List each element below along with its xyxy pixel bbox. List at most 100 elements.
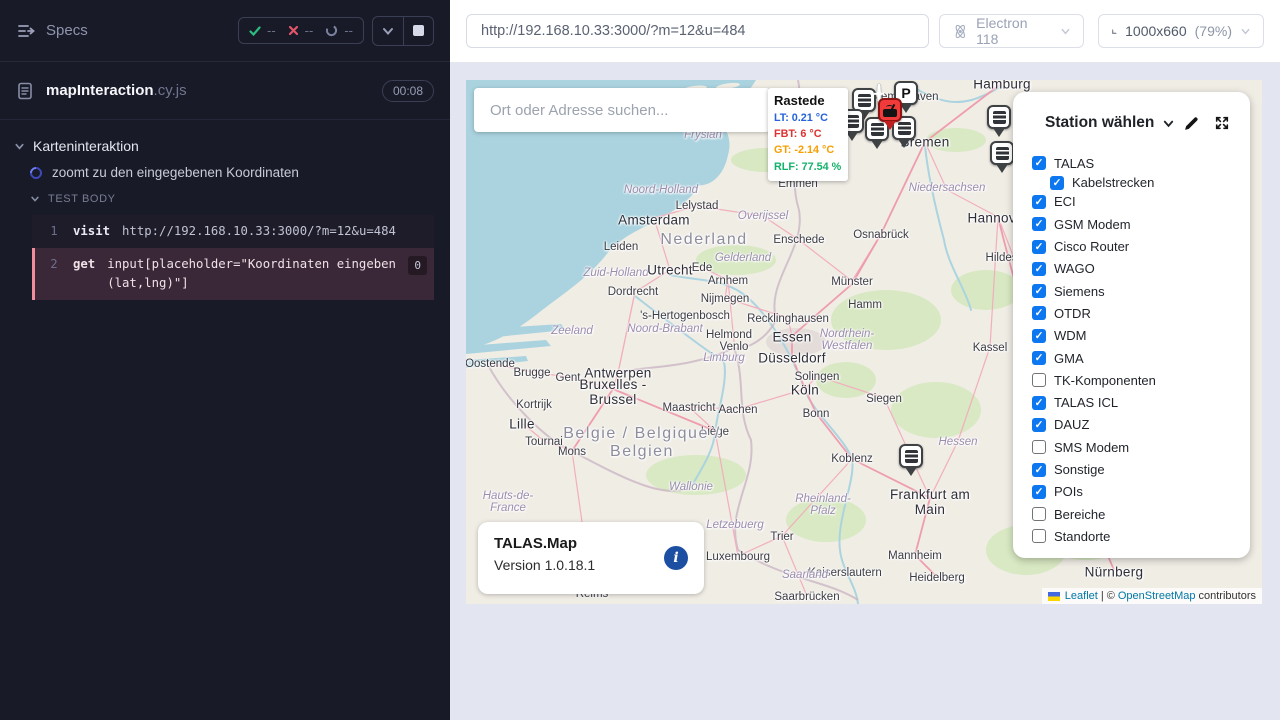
test-row[interactable]: zoomt zu den eingegebenen Koordinaten [0,158,450,187]
checkbox[interactable]: ✓ [1032,463,1046,477]
router-icon [883,109,897,117]
test-body-label: TEST BODY [48,193,116,205]
tooltip-values: LT: 0.21 °CFBT: 6 °CGT: -2.14 °CRLF: 77.… [774,110,843,175]
command-log: 1visithttp://192.168.10.33:3000/?m=12&u=… [32,215,434,300]
alert-station-marker-icon[interactable] [878,98,902,130]
leaflet-link[interactable]: Leaflet [1065,590,1098,602]
app-pane: http://192.168.10.33:3000/?m=12&u=484 El… [450,0,1280,720]
browser-label: Electron 118 [976,15,1052,47]
station-filter-label: Cisco Router [1054,239,1129,254]
test-stats: -- -- -- [238,17,364,44]
station-filter-item[interactable]: ✓GSM Modem [1032,213,1242,235]
command-argument: input[placeholder="Koordinaten eingeben … [107,255,404,293]
browser-selector[interactable]: Electron 118 [939,14,1084,48]
checkbox[interactable]: ✓ [1032,195,1046,209]
passed-check-icon [249,25,261,37]
station-filter-item[interactable]: ✓ Cisco Router [1032,235,1242,257]
checkbox[interactable]: ✓ [1032,284,1046,298]
checkbox[interactable]: ✓ [1050,176,1064,190]
command-method: visit [73,222,110,241]
station-filter-item[interactable]: ✓ ECI [1032,191,1242,213]
station-marker-icon[interactable] [987,105,1011,137]
rack-icon [996,147,1009,160]
checkbox[interactable]: ✓ [1032,156,1046,170]
specs-list-icon[interactable] [16,21,36,41]
checkbox[interactable]: ✓ [1032,351,1046,365]
map-search-box[interactable] [474,88,770,132]
attribution-suffix: contributors [1199,590,1256,602]
station-filter-item[interactable]: ✓DAUZ [1032,414,1242,436]
station-filter-item[interactable]: ✓TALAS ICL [1032,391,1242,413]
aut-header: http://192.168.10.33:3000/?m=12&u=484 El… [450,0,1280,63]
station-filter-label: POIs [1054,484,1083,499]
station-filter-item[interactable]: ✓TALAS [1032,152,1242,174]
spec-file-icon [16,82,34,100]
tooltip-title: Rastede [774,93,843,108]
station-select-label[interactable]: Station wählen [1045,114,1154,132]
collapse-all-button[interactable] [373,17,403,45]
station-filter-item[interactable]: ✓GMA [1032,347,1242,369]
checkbox[interactable]: ✓ [1032,329,1046,343]
stop-button[interactable] [403,17,433,45]
checkbox[interactable]: ✓ [1032,306,1046,320]
checkbox[interactable]: ✓ [1032,217,1046,231]
station-filter-item[interactable]: ✓ Siemens [1032,280,1242,302]
station-marker-icon[interactable] [899,444,923,476]
viewport-scale: (79%) [1195,23,1232,39]
url-bar[interactable]: http://192.168.10.33:3000/?m=12&u=484 [466,14,929,48]
station-filter-item[interactable]: ✓Sonstige [1032,458,1242,480]
spec-file-row[interactable]: mapInteraction.cy.js 00:08 [0,62,450,120]
command-row[interactable]: 2getinput[placeholder="Koordinaten einge… [32,248,434,300]
viewport-info[interactable]: 1000x660 (79%) [1098,14,1264,48]
station-filter-item[interactable]: Bereiche [1032,503,1242,525]
station-filter-item[interactable]: ✓ WAGO [1032,258,1242,280]
station-panel: Station wählen [1013,92,1250,558]
marker-tail [996,164,1008,173]
checkbox[interactable] [1032,440,1046,454]
station-filter-label: Siemens [1054,284,1105,299]
leaflet-map[interactable]: HamburgBremerhavenBremenNiedersachsenHan… [466,80,1262,604]
checkbox[interactable]: ✓ [1032,240,1046,254]
test-body-section[interactable]: TEST BODY [0,187,450,211]
map-attribution: Leaflet | © OpenStreetMap contributors [1042,588,1262,604]
station-filter-item[interactable]: SMS Modem [1032,436,1242,458]
station-filter-label: Standorte [1054,529,1110,544]
station-filter-item[interactable]: Standorte [1032,525,1242,547]
station-filter-item[interactable]: ✓Kabelstrecken [1032,174,1242,191]
expand-fullscreen-icon[interactable] [1214,115,1230,131]
station-filter-item[interactable]: ✓ POIs [1032,481,1242,503]
checkbox[interactable]: ✓ [1032,396,1046,410]
station-filter-label: WAGO [1054,261,1095,276]
station-marker-icon[interactable] [990,141,1014,173]
marker-head [987,105,1011,129]
checkbox[interactable] [1032,507,1046,521]
station-filter-label: TK-Komponenten [1054,373,1156,388]
station-filter-item[interactable]: TK-Komponenten [1032,369,1242,391]
suite-row[interactable]: Karteninteraktion [0,134,450,158]
tooltip-value-row: LT: 0.21 °C [774,110,843,126]
rack-icon [905,450,918,463]
edit-pencil-icon[interactable] [1183,115,1200,132]
checkbox[interactable]: ✓ [1032,485,1046,499]
checkbox[interactable]: ✓ [1032,418,1046,432]
specs-sidebar: Specs -- -- [0,0,450,720]
app-version: Version 1.0.18.1 [494,557,688,573]
info-icon[interactable]: i [664,546,688,570]
chevron-down-icon [1060,26,1071,37]
checkbox[interactable] [1032,529,1046,543]
station-filter-item[interactable]: ✓WDM [1032,325,1242,347]
chevron-down-icon[interactable] [1162,117,1175,130]
station-tooltip: Rastede LT: 0.21 °CFBT: 6 °CGT: -2.14 °C… [768,88,848,181]
station-filter-item[interactable]: ✓OTDR [1032,302,1242,324]
chevron-down-icon [30,194,40,204]
failed-x-icon [288,25,299,36]
map-search-input[interactable] [490,102,754,119]
version-card: TALAS.Map Version 1.0.18.1 i [478,522,704,594]
stat-failed: -- [288,23,314,38]
osm-link[interactable]: OpenStreetMap [1118,590,1196,602]
command-row[interactable]: 1visithttp://192.168.10.33:3000/?m=12&u=… [32,215,434,248]
checkbox[interactable]: ✓ [1032,262,1046,276]
checkbox[interactable] [1032,373,1046,387]
station-filter-label: ECI [1054,194,1076,209]
test-tree: Karteninteraktion zoomt zu den eingegebe… [0,120,450,300]
